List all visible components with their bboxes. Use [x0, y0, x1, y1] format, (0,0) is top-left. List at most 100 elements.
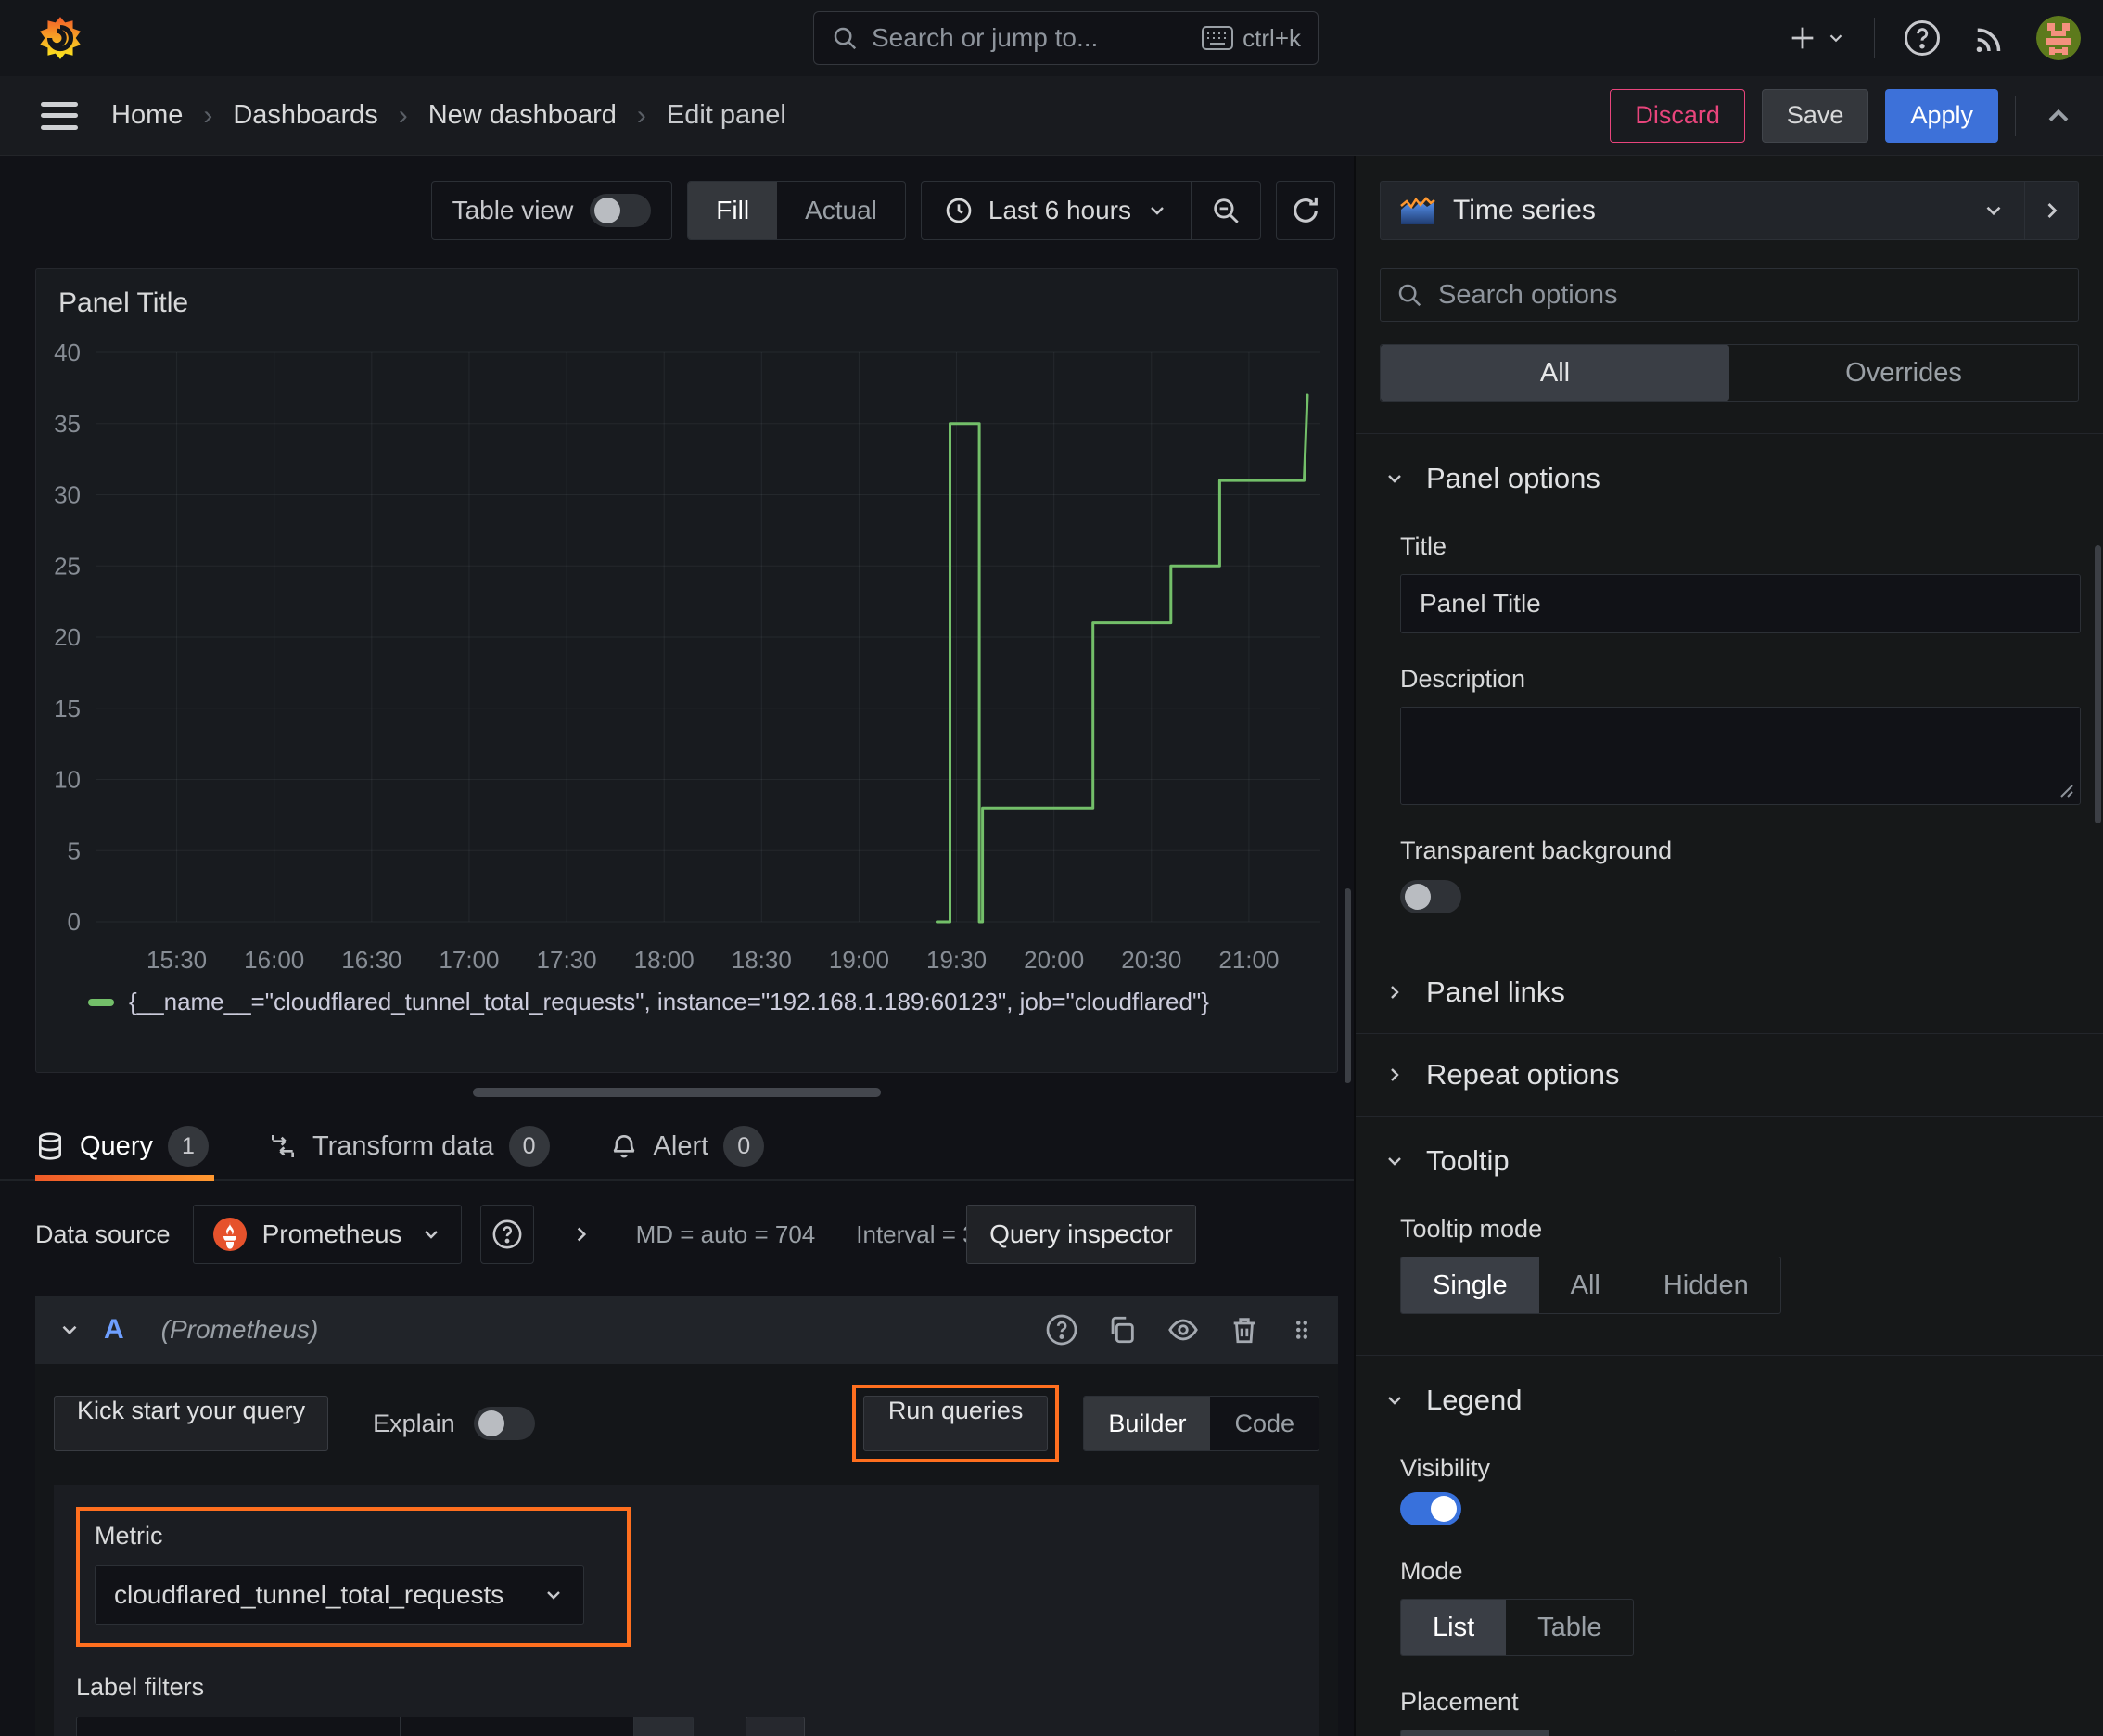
user-avatar[interactable] [2036, 16, 2081, 60]
search-placeholder: Search or jump to... [872, 23, 1099, 52]
tab-alert[interactable]: Alert 0 [609, 1112, 765, 1181]
apply-button[interactable]: Apply [1885, 88, 1998, 143]
time-series-chart[interactable]: 0 5 10 15 20 25 30 35 40 15:30 16:00 16:30 17:00 17:3… [36, 325, 1339, 979]
table-view-toggle[interactable] [590, 194, 652, 227]
duplicate-icon[interactable] [1106, 1314, 1138, 1346]
legend-placement-label: Placement [1400, 1688, 1519, 1716]
fill-option[interactable]: Fill [688, 182, 778, 239]
main-scrollbar[interactable] [1345, 888, 1351, 1083]
metric-select[interactable]: cloudflared_tunnel_total_requests [95, 1565, 584, 1625]
visualization-picker[interactable]: Time series [1380, 181, 2025, 240]
tab-transform-data[interactable]: Transform data 0 [268, 1112, 550, 1181]
label-filters-label: Label filters [76, 1673, 205, 1701]
tooltip-hidden-option[interactable]: Hidden [1632, 1257, 1780, 1313]
expand-options-icon[interactable] [569, 1222, 593, 1246]
tab-query[interactable]: Query 1 [35, 1112, 214, 1181]
global-search-input[interactable]: Search or jump to... ctrl+k [813, 11, 1319, 65]
resize-handle-icon[interactable] [2056, 780, 2074, 798]
time-range-picker[interactable]: Last 6 hours [922, 196, 1191, 225]
svg-text:17:30: 17:30 [537, 946, 597, 974]
chevron-down-icon[interactable] [57, 1318, 82, 1342]
grafana-logo-icon[interactable] [37, 15, 83, 61]
legend-swatch [88, 998, 114, 1006]
tooltip-single-option[interactable]: Single [1401, 1257, 1539, 1313]
tab-all-options[interactable]: All [1381, 345, 1729, 401]
description-textarea[interactable] [1400, 707, 2081, 805]
placement-right-option[interactable]: Right [1549, 1730, 1676, 1736]
query-row-header[interactable]: A (Prometheus) [35, 1296, 1338, 1364]
tooltip-all-option[interactable]: All [1539, 1257, 1632, 1313]
code-option[interactable]: Code [1210, 1397, 1319, 1450]
grafana-edit-panel: Search or jump to... ctrl+k Home › Dashb [0, 0, 2103, 1736]
options-search-placeholder: Search options [1438, 279, 1618, 310]
tab-overrides[interactable]: Overrides [1729, 345, 2078, 401]
placement-bottom-option[interactable]: Bottom [1401, 1730, 1549, 1736]
legend-table-option[interactable]: Table [1506, 1600, 1633, 1655]
explain-toggle[interactable] [473, 1407, 535, 1440]
chevron-up-icon[interactable] [2042, 99, 2075, 133]
legend-section-header[interactable]: Legend [1380, 1356, 2079, 1423]
select-label-dropdown[interactable]: Select label [76, 1717, 300, 1736]
builder-option[interactable]: Builder [1084, 1397, 1211, 1450]
breadcrumb-edit-panel: Edit panel [666, 100, 786, 130]
query-ref-id: A [104, 1314, 124, 1345]
add-filter-button[interactable] [746, 1717, 805, 1736]
options-search-input[interactable]: Search options [1380, 268, 2079, 322]
datasource-help-button[interactable] [479, 1205, 534, 1264]
svg-text:15: 15 [54, 695, 81, 722]
query-inspector-button[interactable]: Query inspector [966, 1205, 1196, 1264]
hide-response-eye-icon[interactable] [1166, 1314, 1201, 1346]
panel-links-section-header[interactable]: Panel links [1380, 951, 2079, 1033]
news-rss-icon[interactable] [1969, 19, 2008, 57]
toggle-viz-picker-button[interactable] [2025, 181, 2079, 240]
help-icon[interactable] [1045, 1313, 1078, 1347]
svg-text:21:00: 21:00 [1218, 946, 1279, 974]
repeat-options-section-header[interactable]: Repeat options [1380, 1034, 2079, 1116]
transparent-bg-toggle[interactable] [1400, 880, 1461, 913]
svg-text:25: 25 [54, 552, 81, 580]
tooltip-section-header[interactable]: Tooltip [1380, 1117, 2079, 1183]
run-queries-annotation: Run queries [851, 1385, 1060, 1462]
panel-resize-handle[interactable] [473, 1088, 881, 1097]
breadcrumb-dashboards[interactable]: Dashboards [233, 100, 377, 131]
keyboard-icon [1202, 26, 1234, 50]
discard-button[interactable]: Discard [1610, 88, 1745, 143]
prometheus-icon [212, 1218, 247, 1251]
panel-title-input[interactable]: Panel Title [1400, 574, 2081, 633]
panel-options-section-header[interactable]: Panel options [1380, 434, 2079, 501]
chart-legend[interactable]: {__name__="cloudflared_tunnel_total_requ… [88, 988, 1337, 1016]
breadcrumb-new-dashboard[interactable]: New dashboard [428, 100, 617, 131]
menu-toggle-button[interactable] [41, 101, 78, 130]
legend-visibility-toggle[interactable] [1400, 1492, 1461, 1525]
kick-start-button[interactable]: Kick start your query [54, 1396, 329, 1451]
query-editor-body: Kick start your query Explain Run querie… [35, 1364, 1338, 1736]
actual-option[interactable]: Actual [777, 182, 905, 239]
refresh-icon [1294, 197, 1318, 223]
breadcrumb-home[interactable]: Home [111, 100, 183, 131]
save-button[interactable]: Save [1761, 88, 1869, 143]
metric-annotation: Metric cloudflared_tunnel_total_requests [76, 1507, 631, 1647]
drag-handle-icon[interactable] [1288, 1314, 1316, 1346]
panel-actions: Discard Save Apply [1610, 88, 2075, 143]
refresh-button[interactable] [1276, 181, 1335, 240]
svg-text:5: 5 [68, 836, 81, 864]
operator-dropdown[interactable]: = [300, 1717, 401, 1736]
run-queries-button[interactable]: Run queries [862, 1396, 1049, 1451]
datasource-picker[interactable]: Prometheus [192, 1205, 462, 1264]
legend-list-option[interactable]: List [1401, 1600, 1507, 1655]
select-value-dropdown[interactable]: Select value [401, 1717, 634, 1736]
svg-text:19:30: 19:30 [926, 946, 987, 974]
remove-filter-button[interactable]: × [634, 1717, 694, 1736]
options-scrollbar[interactable] [2095, 545, 2101, 823]
explain-control: Explain [373, 1407, 535, 1440]
zoom-out-button[interactable] [1191, 182, 1260, 239]
help-icon[interactable] [1903, 19, 1942, 57]
svg-text:16:30: 16:30 [341, 946, 401, 974]
svg-text:16:00: 16:00 [244, 946, 304, 974]
chevron-down-icon [547, 1591, 560, 1600]
query-datasource-hint: (Prometheus) [160, 1315, 319, 1344]
explain-label: Explain [373, 1409, 455, 1437]
divider [2015, 95, 2016, 136]
add-menu-button[interactable] [1787, 22, 1846, 54]
trash-icon[interactable] [1229, 1314, 1260, 1346]
